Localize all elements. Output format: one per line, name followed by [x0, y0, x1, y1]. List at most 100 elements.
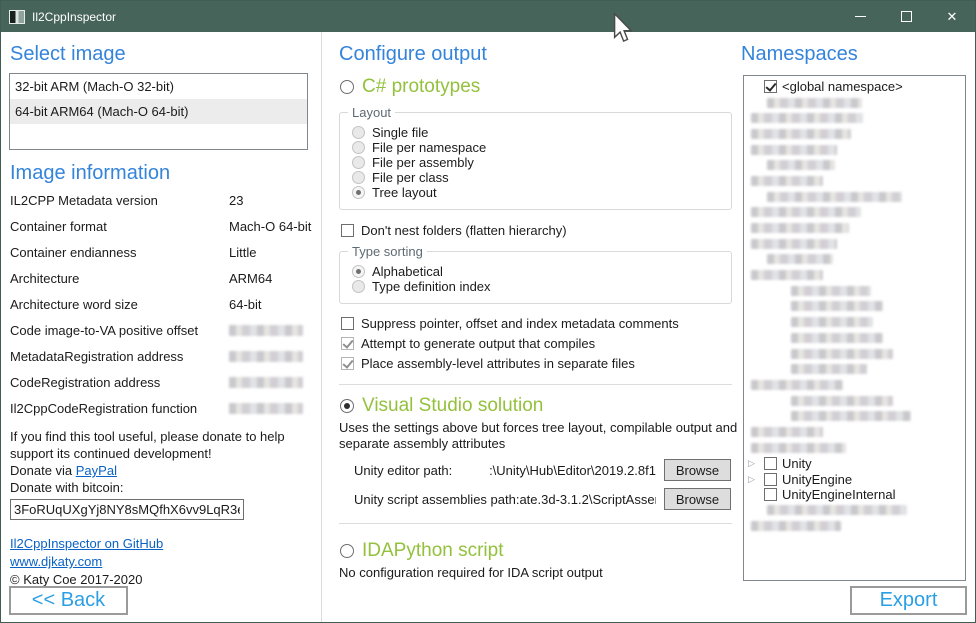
namespace-item[interactable] [744, 440, 965, 456]
info-label: IL2CPP Metadata version [10, 193, 229, 208]
browse-unity-editor-button[interactable]: Browse [664, 459, 731, 481]
namespace-item[interactable]: UnityEngineInternal [744, 487, 965, 503]
namespace-item[interactable] [744, 142, 965, 158]
namespace-item[interactable] [744, 299, 965, 315]
flatten-checkbox-row[interactable]: Don't nest folders (flatten hierarchy) [341, 223, 735, 238]
checkbox-icon[interactable] [341, 337, 354, 350]
visual-studio-radio[interactable] [340, 399, 354, 413]
namespace-item[interactable] [744, 236, 965, 252]
browse-unity-script-button[interactable]: Browse [664, 488, 731, 510]
image-list-item[interactable]: 64-bit ARM64 (Mach-O 64-bit) [10, 99, 307, 124]
radio-icon[interactable] [352, 265, 365, 278]
checkbox-icon[interactable] [341, 317, 354, 330]
info-row: Container formatMach-O 64-bit [10, 213, 321, 239]
redacted-namespace [751, 113, 863, 123]
namespace-item[interactable] [744, 361, 965, 377]
radio-icon[interactable] [352, 126, 365, 139]
namespace-item[interactable] [744, 518, 965, 534]
namespace-label: UnityEngine [782, 472, 852, 487]
namespace-item[interactable] [744, 126, 965, 142]
checkbox-label: Place assembly-level attributes in separ… [361, 356, 635, 371]
unity-editor-path-label: Unity editor path: [354, 463, 452, 478]
radio-option-label: Alphabetical [372, 264, 443, 279]
export-button[interactable]: Export [850, 586, 967, 615]
select-image-panel: Select image 32-bit ARM (Mach-O 32-bit)6… [1, 32, 321, 622]
maximize-button[interactable] [883, 1, 929, 32]
radio-option[interactable]: File per assembly [352, 155, 731, 170]
redacted-namespace [791, 396, 893, 406]
namespace-item[interactable] [744, 205, 965, 221]
redacted-value [229, 403, 303, 414]
namespace-item[interactable] [744, 314, 965, 330]
minimize-button[interactable] [837, 1, 883, 32]
app-icon [9, 10, 25, 24]
radio-icon[interactable] [352, 156, 365, 169]
namespace-item[interactable] [744, 95, 965, 111]
expander-icon[interactable]: ▷ [748, 475, 764, 484]
checkbox-icon[interactable] [341, 224, 354, 237]
checkbox-icon[interactable] [764, 457, 777, 470]
namespace-item[interactable] [744, 189, 965, 205]
info-label: MetadataRegistration address [10, 349, 229, 364]
back-button[interactable]: << Back [9, 586, 128, 615]
checkbox-icon[interactable] [341, 357, 354, 370]
checkbox-row[interactable]: Suppress pointer, offset and index metad… [341, 316, 735, 331]
redacted-namespace [791, 286, 871, 296]
namespace-item[interactable] [744, 283, 965, 299]
csharp-prototypes-radio[interactable] [340, 80, 354, 94]
radio-icon[interactable] [352, 186, 365, 199]
radio-option[interactable]: File per namespace [352, 140, 731, 155]
radio-option[interactable]: Type definition index [352, 279, 731, 294]
radio-icon[interactable] [352, 171, 365, 184]
namespace-label: Unity [782, 456, 812, 471]
namespace-item[interactable] [744, 393, 965, 409]
redacted-namespace [791, 317, 873, 327]
namespace-item[interactable]: ▷ UnityEngine [744, 471, 965, 487]
checkbox-icon[interactable] [764, 488, 777, 501]
info-row: ArchitectureARM64 [10, 265, 321, 291]
checkbox-row[interactable]: Place assembly-level attributes in separ… [341, 356, 735, 371]
expander-icon[interactable]: ▷ [748, 459, 764, 468]
namespace-item[interactable]: ▷ Unity [744, 456, 965, 472]
checkbox-row[interactable]: Attempt to generate output that compiles [341, 336, 735, 351]
namespace-item[interactable] [744, 220, 965, 236]
visual-studio-option[interactable]: Visual Studio solution [340, 395, 735, 417]
namespaces-panel: Namespaces <global namespace>▷Unity▷Unit… [735, 32, 975, 622]
radio-icon[interactable] [352, 280, 365, 293]
namespace-item[interactable] [744, 408, 965, 424]
radio-option[interactable]: Alphabetical [352, 264, 731, 279]
close-button[interactable]: ✕ [929, 1, 975, 32]
namespace-item[interactable] [744, 267, 965, 283]
namespaces-list[interactable]: <global namespace> ▷ Unity ▷ UnityEngineUnit… [743, 75, 966, 581]
idapython-radio[interactable] [340, 544, 354, 558]
titlebar[interactable]: Il2CppInspector ✕ [1, 1, 975, 32]
namespace-item[interactable]: <global namespace> [744, 79, 965, 95]
image-list[interactable]: 32-bit ARM (Mach-O 32-bit)64-bit ARM64 (… [9, 73, 308, 150]
radio-option-label: File per assembly [372, 155, 474, 170]
bitcoin-address-input[interactable] [10, 499, 244, 520]
namespace-item[interactable] [744, 424, 965, 440]
radio-option[interactable]: Tree layout [352, 185, 731, 200]
info-row: Container endiannessLittle [10, 239, 321, 265]
namespace-item[interactable] [744, 330, 965, 346]
checkbox-icon[interactable] [764, 80, 777, 93]
radio-option[interactable]: File per class [352, 170, 731, 185]
namespace-item[interactable] [744, 346, 965, 362]
namespace-item[interactable] [744, 503, 965, 519]
redacted-namespace [791, 411, 911, 421]
paypal-link[interactable]: PayPal [76, 463, 117, 478]
github-link[interactable]: Il2CppInspector on GitHub [10, 535, 163, 553]
image-list-item[interactable]: 32-bit ARM (Mach-O 32-bit) [10, 74, 307, 99]
namespace-item[interactable] [744, 377, 965, 393]
unity-editor-path-value: :\Unity\Hub\Editor\2019.2.8f1 [452, 463, 656, 478]
radio-option[interactable]: Single file [352, 125, 731, 140]
namespace-item[interactable] [744, 110, 965, 126]
namespace-item[interactable] [744, 173, 965, 189]
csharp-prototypes-option[interactable]: C# prototypes [340, 76, 735, 98]
namespace-item[interactable] [744, 252, 965, 268]
radio-icon[interactable] [352, 141, 365, 154]
namespace-item[interactable] [744, 157, 965, 173]
checkbox-icon[interactable] [764, 473, 777, 486]
idapython-option[interactable]: IDAPython script [340, 540, 735, 562]
website-link[interactable]: www.djkaty.com [10, 553, 102, 571]
